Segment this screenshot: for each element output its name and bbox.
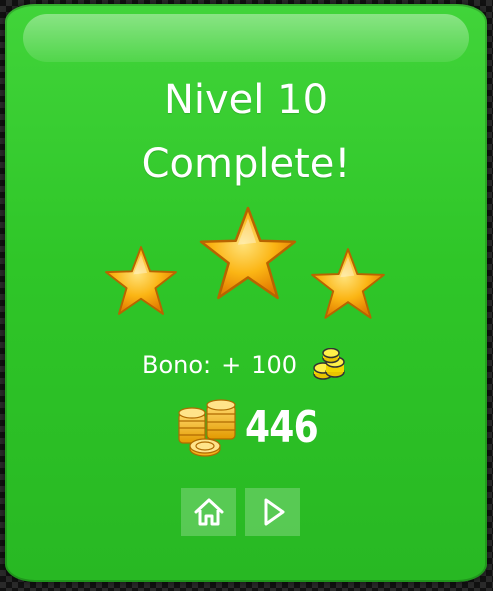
star-icon <box>103 244 179 320</box>
level-title: Nivel 10 <box>163 77 329 123</box>
small-coins-icon <box>311 347 347 382</box>
star-icon <box>197 204 299 306</box>
home-icon <box>194 498 223 526</box>
play-button[interactable] <box>245 488 300 536</box>
complete-title: Complete! <box>141 141 351 187</box>
coins-total: 446 <box>175 394 334 460</box>
coin-stack-icon <box>175 395 241 459</box>
level-complete-panel: Nivel 10 Complete! Bono: + 100 446 <box>5 4 487 582</box>
bonus-row: Bono: + 100 <box>142 347 347 382</box>
coins-total-value: 446 <box>245 401 319 453</box>
star-icon <box>309 246 387 324</box>
bonus-value: 100 <box>251 351 298 379</box>
bonus-label: Bono: <box>142 351 212 379</box>
panel-gloss <box>23 14 469 62</box>
home-button[interactable] <box>181 488 236 536</box>
play-icon <box>264 498 284 526</box>
bonus-sign: + <box>221 351 242 379</box>
